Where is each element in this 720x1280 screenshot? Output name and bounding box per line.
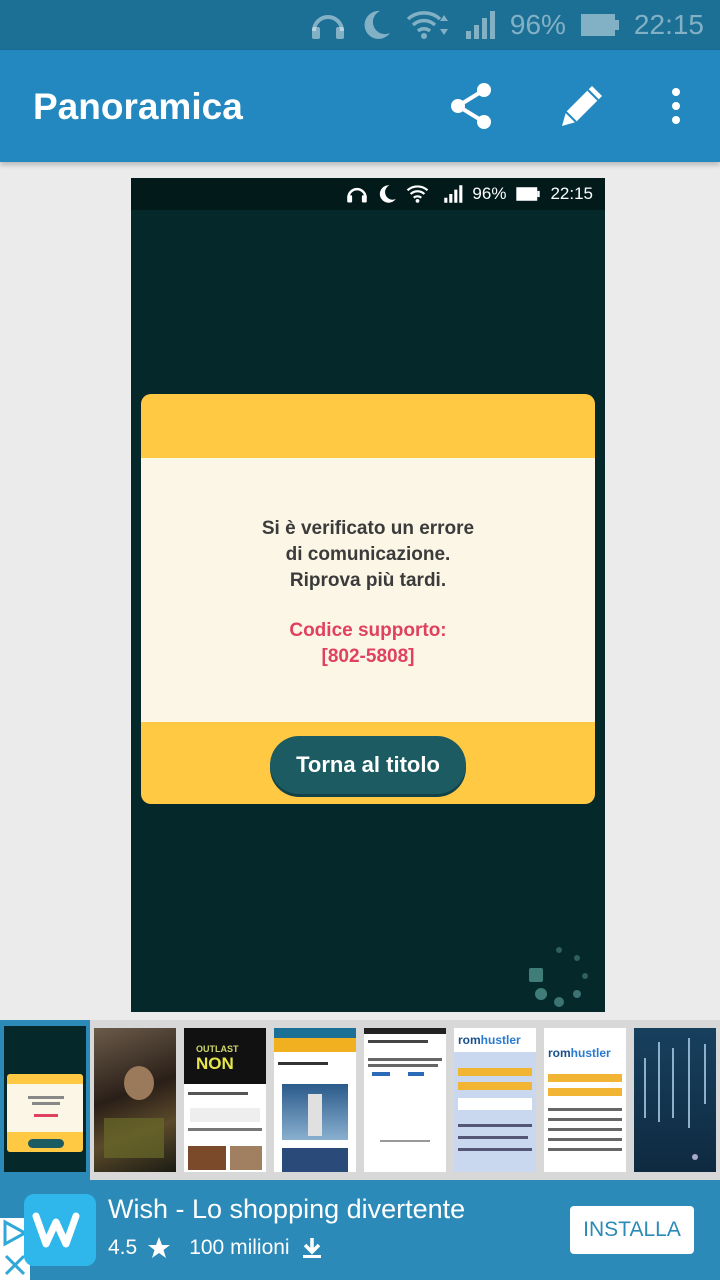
- loading-spinner-icon: [529, 947, 588, 1007]
- error-line: di comunicazione.: [285, 544, 451, 565]
- ad-rating: 4.5: [108, 1236, 138, 1259]
- thumbnail[interactable]: [274, 1028, 356, 1172]
- edit-button[interactable]: [556, 80, 608, 132]
- support-label: Codice supporto:: [289, 620, 447, 641]
- share-icon: [451, 83, 491, 129]
- install-button[interactable]: INSTALLA: [570, 1206, 694, 1254]
- moon-icon: [377, 184, 397, 204]
- signal-icon: [443, 184, 463, 204]
- wifi-icon: [406, 9, 450, 41]
- thumbnail-brand: romhustler: [548, 1046, 611, 1060]
- pencil-icon: [562, 86, 602, 126]
- error-line: Si è verificato un errore: [261, 518, 475, 539]
- wish-logo-icon: [32, 1212, 80, 1248]
- moon-icon: [360, 9, 392, 41]
- back-to-title-button[interactable]: Torna al titolo: [270, 736, 466, 794]
- thumbnail[interactable]: romhustler: [544, 1028, 626, 1172]
- thumbnail[interactable]: [94, 1028, 176, 1172]
- battery-percent: 96%: [472, 184, 507, 203]
- clock: 22:15: [550, 184, 593, 203]
- thumbnail[interactable]: [364, 1028, 446, 1172]
- star-icon: [148, 1237, 171, 1258]
- battery-icon: [580, 12, 620, 38]
- error-message: Si è verificato un errore di comunicazio…: [141, 516, 595, 594]
- download-icon: [302, 1238, 321, 1258]
- thumbnail[interactable]: [634, 1028, 716, 1172]
- app-bar: Panoramica: [0, 50, 720, 162]
- thumbnail-selected[interactable]: [0, 1020, 90, 1180]
- wifi-icon: [406, 184, 434, 204]
- support-code-block: Codice supporto: [802-5808]: [141, 618, 595, 670]
- support-code: [802-5808]: [321, 646, 415, 667]
- ad-banner[interactable]: Wish - Lo shopping divertente 4.5 100 mi…: [0, 1180, 720, 1280]
- battery-percent: 96%: [509, 9, 566, 40]
- app-logo: [24, 1194, 96, 1266]
- battery-icon: [515, 186, 541, 202]
- clock: 22:15: [633, 9, 704, 40]
- thumbnail-strip: OUTLAST NON romhustler romhustler: [0, 1020, 720, 1180]
- thumbnail-brand: romhustler: [458, 1033, 521, 1047]
- page-title: Panoramica: [33, 86, 243, 127]
- thumbnail-text: OUTLAST: [196, 1044, 239, 1054]
- headset-icon: [346, 184, 368, 204]
- error-line: Riprova più tardi.: [289, 570, 447, 591]
- thumbnail[interactable]: romhustler: [454, 1028, 536, 1172]
- ad-meta: 4.5 100 milioni: [108, 1236, 324, 1260]
- headset-icon: [310, 9, 346, 41]
- screenshot-preview[interactable]: 96% 22:15 Si è verificato un errore di c…: [131, 178, 605, 1012]
- error-dialog: Si è verificato un errore di comunicazio…: [141, 394, 595, 804]
- thumbnail[interactable]: OUTLAST NON: [184, 1028, 266, 1172]
- signal-icon: [464, 9, 496, 41]
- more-options-button[interactable]: [652, 80, 700, 132]
- share-button[interactable]: [446, 80, 498, 132]
- ad-downloads: 100 milioni: [189, 1236, 290, 1259]
- more-vert-icon: [672, 88, 680, 124]
- preview-status-bar: 96% 22:15: [131, 178, 605, 210]
- ad-title: Wish - Lo shopping divertente: [108, 1194, 466, 1224]
- thumbnail-text: NON: [196, 1054, 234, 1073]
- status-bar: 96% 22:15: [0, 0, 720, 50]
